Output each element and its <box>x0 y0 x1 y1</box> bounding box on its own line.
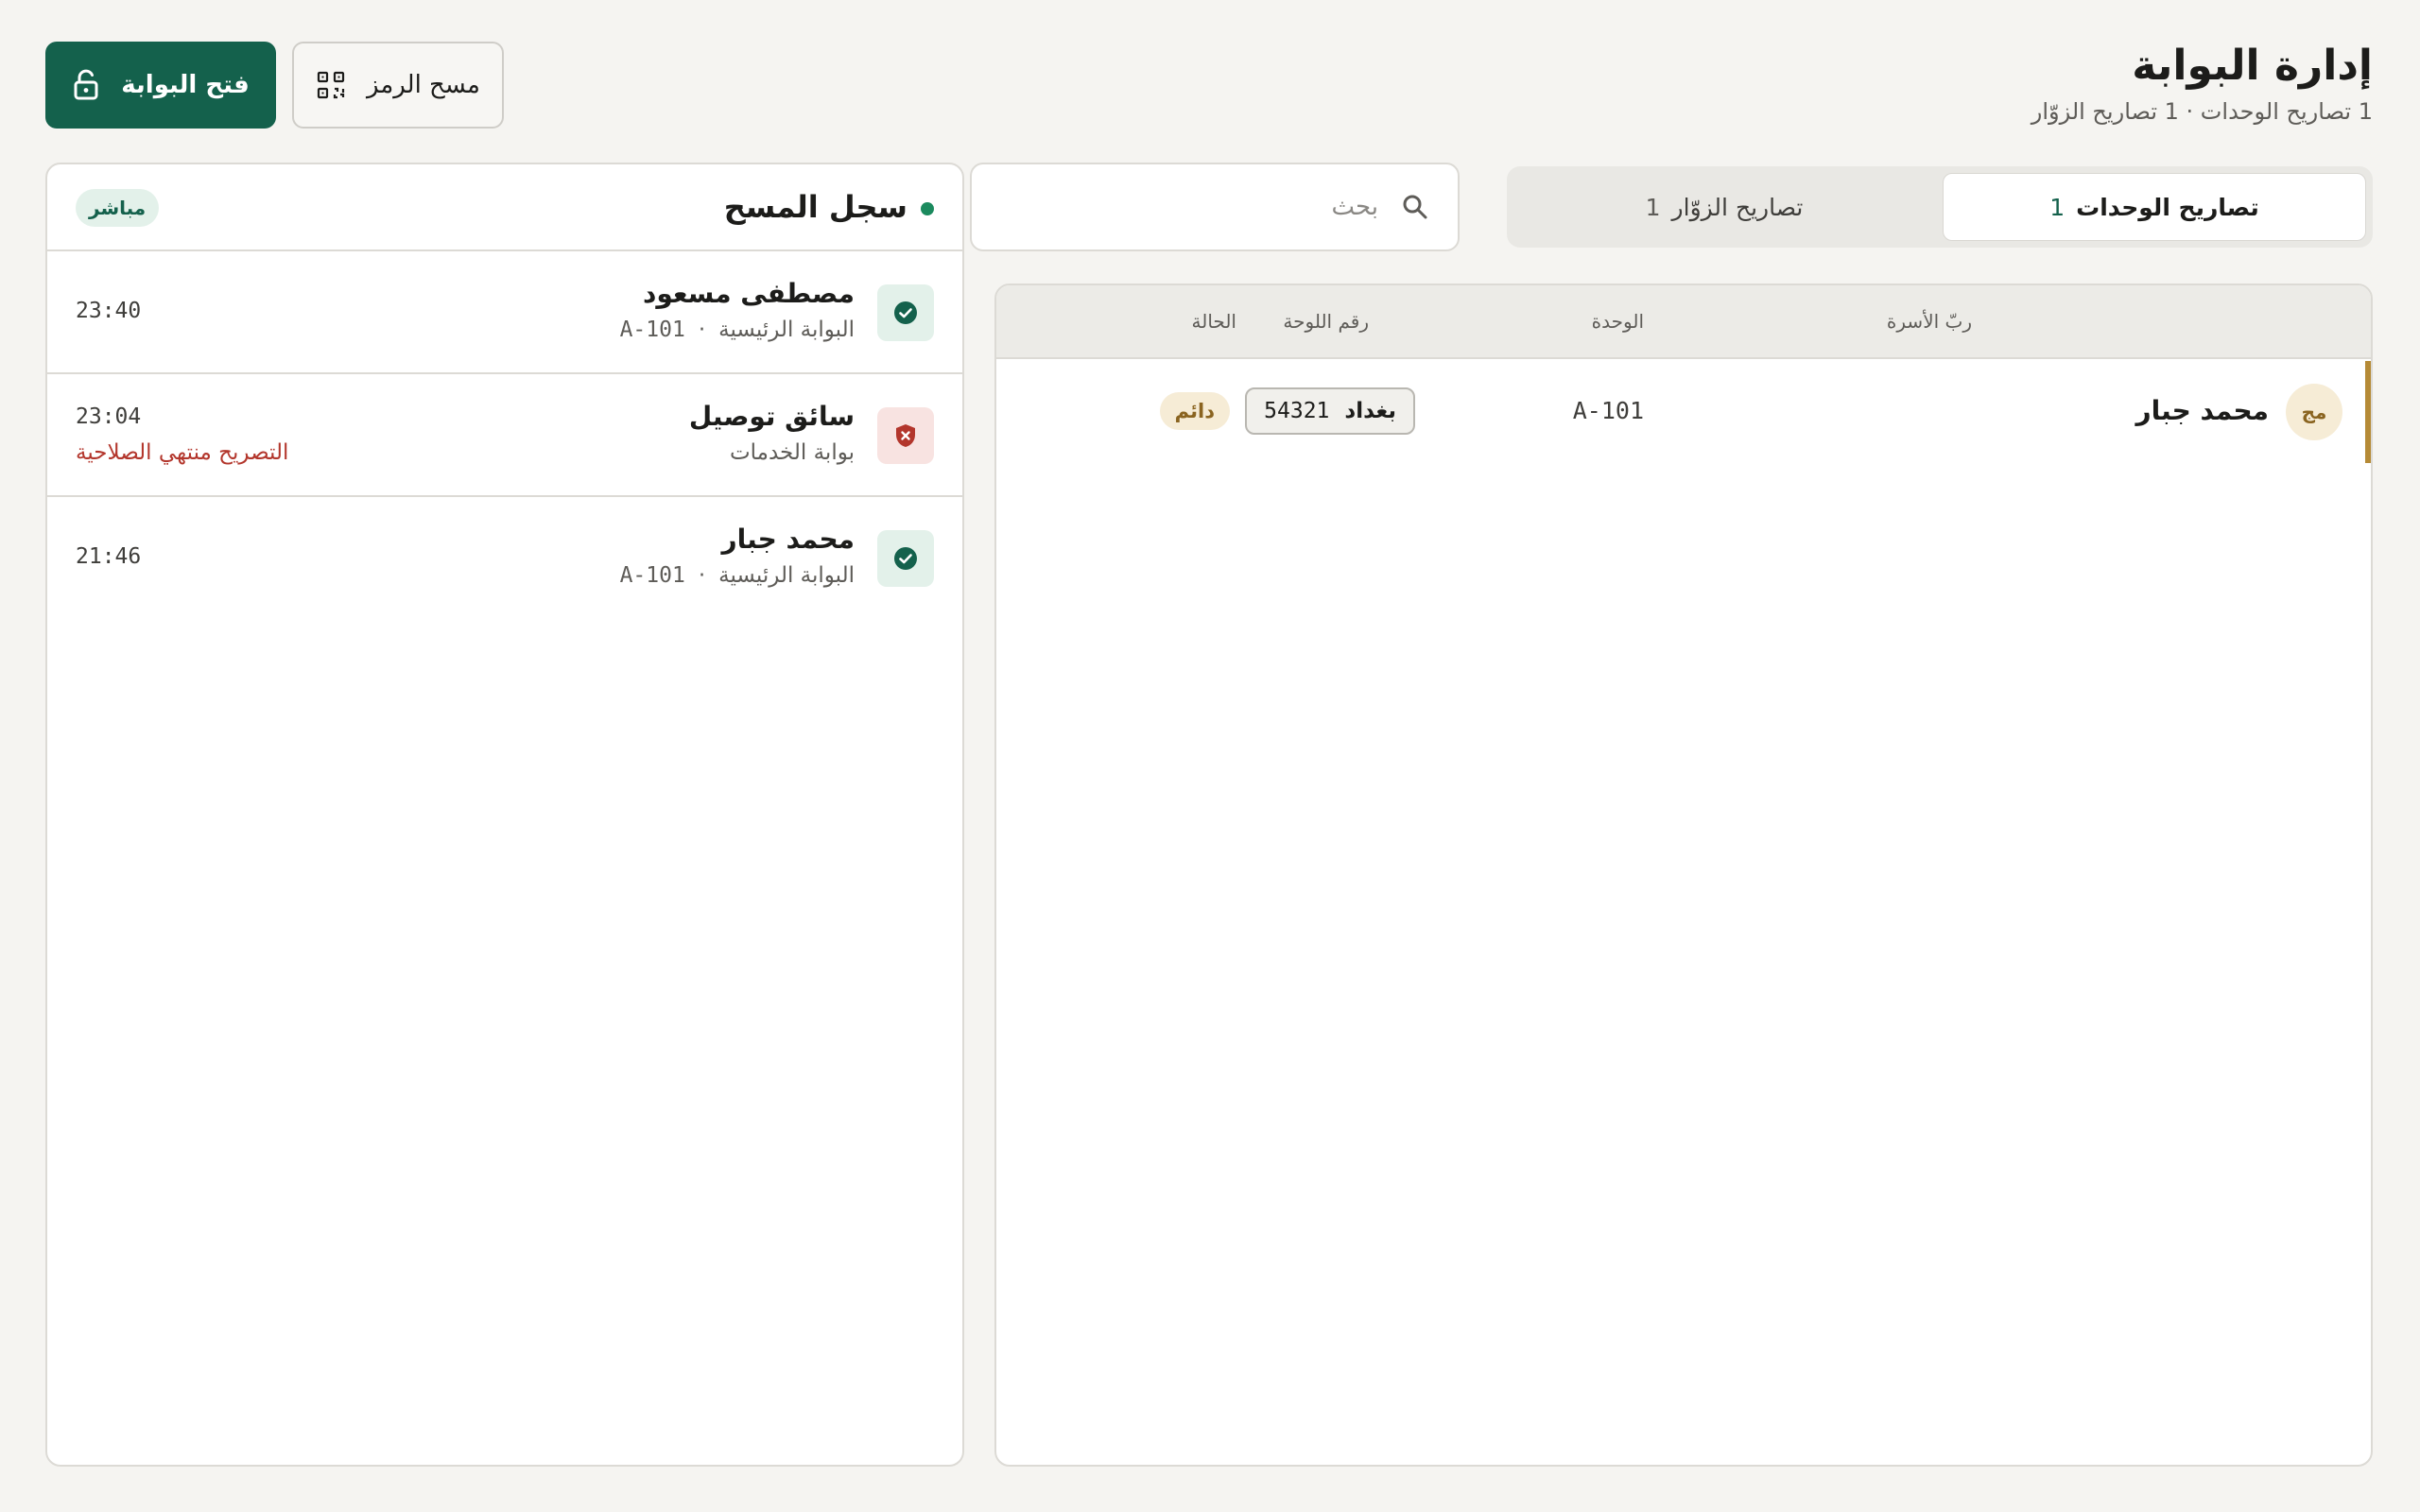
scan-log-unit: A-101 <box>619 563 685 588</box>
scan-log-header: سجل المسح مباشر <box>47 164 962 251</box>
search-box <box>970 163 1460 251</box>
scan-log-gate: البوابة الرئيسية <box>718 563 855 588</box>
scan-log-unit: A-101 <box>619 318 685 342</box>
scan-log-meta: البوابة الرئيسية · A-101 <box>620 318 855 342</box>
search-icon[interactable] <box>1401 193 1429 221</box>
scan-log-meta: البوابة الرئيسية · A-101 <box>620 563 855 588</box>
scan-log-title: سجل المسح <box>723 189 908 225</box>
scan-code-label: مسح الرمز <box>367 71 480 99</box>
scan-log-panel: سجل المسح مباشر مصطفى مسعود البوابة الرئ… <box>45 163 964 1467</box>
column-header-unit: الوحدة <box>1591 310 1644 333</box>
license-plate: بغداد 54321 <box>1245 387 1415 435</box>
row-selected-accent <box>2365 361 2371 463</box>
open-gate-button[interactable]: فتح البوابة <box>45 42 276 129</box>
scan-log-name: محمد جبار <box>721 524 855 555</box>
meta-separator: · <box>698 563 706 588</box>
scan-log-error: التصريح منتهي الصلاحية <box>76 440 289 465</box>
scan-log-entry[interactable]: محمد جبار البوابة الرئيسية · A-101 21:46 <box>47 497 962 620</box>
tab-label: تصاريح الوحدات <box>2076 193 2259 221</box>
table-header: ربّ الأسرة الوحدة رقم اللوحة الحالة <box>996 285 2371 359</box>
tab-count: 1 <box>1645 193 1661 221</box>
tab-label: تصاريح الزوّار <box>1671 193 1804 221</box>
live-badge: مباشر <box>76 189 160 227</box>
scan-code-button[interactable]: مسح الرمز <box>292 42 504 129</box>
household-name: محمد جبار <box>2135 395 2269 426</box>
scan-log-gate: البوابة الرئيسية <box>718 318 855 342</box>
scan-log-time: 23:04 <box>76 404 142 429</box>
scan-log-gate: بوابة الخدمات <box>729 440 855 465</box>
avatar: مج <box>2286 384 2342 440</box>
check-circle-icon <box>877 530 934 587</box>
tab-count: 1 <box>2049 193 2066 221</box>
check-circle-icon <box>877 284 934 341</box>
scan-log-entry[interactable]: مصطفى مسعود البوابة الرئيسية · A-101 23:… <box>47 251 962 374</box>
page-title: إدارة البوابة <box>2132 42 2373 90</box>
scan-log-time: 23:40 <box>76 299 142 323</box>
unit-number: A-101 <box>1572 397 1644 424</box>
scan-log-entry[interactable]: سائق توصيل بوابة الخدمات 23:04 التصريح م… <box>47 374 962 497</box>
scan-log-time: 21:46 <box>76 544 142 569</box>
qr-scan-icon <box>316 70 346 100</box>
permits-table: ربّ الأسرة الوحدة رقم اللوحة الحالة مج م… <box>994 284 2373 1467</box>
plate-number: 54321 <box>1264 399 1330 423</box>
column-header-household: ربّ الأسرة <box>1886 310 1972 333</box>
plate-city: بغداد <box>1344 399 1396 423</box>
unlock-icon <box>72 69 100 101</box>
page-header: إدارة البوابة 1 تصاريح الوحدات · 1 تصاري… <box>45 38 2373 132</box>
scan-log-name: سائق توصيل <box>688 401 855 432</box>
scan-log-meta: بوابة الخدمات <box>730 440 855 465</box>
table-row[interactable]: مج محمد جبار A-101 بغداد 54321 دائم <box>996 361 2371 463</box>
column-header-plate: رقم اللوحة <box>1283 310 1369 333</box>
tab-unit-permits[interactable]: تصاريح الوحدات 1 <box>1943 173 2366 241</box>
tab-visitor-permits[interactable]: تصاريح الزوّار 1 <box>1513 173 1935 241</box>
scan-log-name: مصطفى مسعود <box>643 278 855 309</box>
open-gate-label: فتح البوابة <box>121 71 250 99</box>
column-header-status: الحالة <box>1191 310 1236 333</box>
search-input[interactable] <box>1000 193 1378 221</box>
live-indicator-dot <box>921 202 934 215</box>
page-subtitle: 1 تصاريح الوحدات · 1 تصاريح الزوّار <box>2031 98 2373 125</box>
status-badge: دائم <box>1159 392 1230 430</box>
shield-x-icon <box>877 407 934 464</box>
meta-separator: · <box>698 318 706 342</box>
permit-tabs: تصاريح الوحدات 1 تصاريح الزوّار 1 <box>1507 166 2373 248</box>
